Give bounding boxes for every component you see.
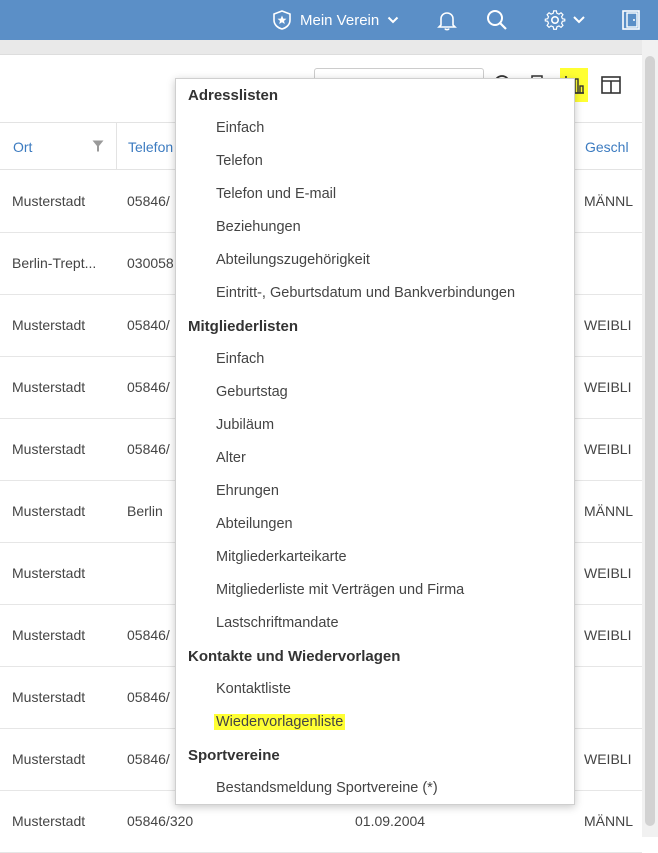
cell-ort: Musterstadt — [12, 751, 86, 767]
menu-item[interactable]: Beziehungen — [216, 219, 301, 235]
cell-geschlecht: WEIBLI — [584, 441, 632, 457]
shield-star-icon — [273, 10, 291, 30]
cell-telefon: 05846/ — [127, 751, 170, 767]
menu-item[interactable]: Jubiläum — [216, 417, 274, 433]
cell-telefon: 030058 — [127, 255, 174, 271]
scrollbar-thumb[interactable] — [645, 56, 655, 826]
columns-icon[interactable] — [600, 72, 622, 96]
chevron-down-icon — [388, 16, 399, 24]
cell-ort: Musterstadt — [12, 441, 86, 457]
column-header-geschlecht[interactable]: Geschl — [585, 139, 629, 155]
cell-geschlecht: MÄNNL — [584, 503, 634, 519]
header-separator — [0, 40, 658, 54]
column-header-ort[interactable]: Ort — [13, 139, 32, 155]
cell-ort: Musterstadt — [12, 379, 86, 395]
menu-item[interactable]: Eintritt-, Geburtsdatum und Bankverbindu… — [216, 285, 515, 301]
column-header-telefon[interactable]: Telefon — [128, 139, 173, 155]
menu-item[interactable]: Kontaktliste — [216, 681, 291, 697]
club-label: Mein Verein — [300, 11, 380, 29]
menu-item[interactable]: Abteilungen — [216, 516, 293, 532]
cell-telefon: 05846/ — [127, 441, 170, 457]
search-icon[interactable] — [486, 9, 508, 31]
cell-telefon: 05840/ — [127, 317, 170, 333]
cell-geschlecht: MÄNNL — [584, 193, 634, 209]
cell-geschlecht: WEIBLI — [584, 751, 632, 767]
menu-item[interactable]: Bestandsmeldung Sportvereine (*) — [216, 780, 438, 796]
menu-item[interactable]: Einfach — [216, 120, 264, 136]
chevron-down-icon[interactable] — [572, 9, 586, 31]
menu-item[interactable]: Geburtstag — [216, 384, 288, 400]
menu-item[interactable]: Mitgliederliste mit Verträgen und Firma — [216, 582, 464, 598]
menu-item[interactable]: Einfach — [216, 351, 264, 367]
menu-item[interactable]: Telefon und E-mail — [216, 186, 336, 202]
cell-telefon: Berlin — [127, 503, 163, 519]
menu-item[interactable]: Ehrungen — [216, 483, 279, 499]
cell-geschlecht: MÄNNL — [584, 813, 634, 829]
top-navigation-bar: Mein Verein — [0, 0, 658, 40]
cell-ort: Musterstadt — [12, 689, 86, 705]
cell-telefon: 05846/ — [127, 627, 170, 643]
filter-icon[interactable] — [92, 140, 104, 152]
gear-icon[interactable] — [544, 9, 566, 31]
column-divider[interactable] — [116, 122, 117, 170]
menu-item[interactable]: Alter — [216, 450, 246, 466]
menu-item[interactable]: Telefon — [216, 153, 263, 169]
menu-group-heading: Kontakte und Wiedervorlagen — [188, 648, 401, 665]
cell-telefon: 05846/320 — [127, 813, 194, 829]
cell-telefon: 05846/ — [127, 689, 170, 705]
cell-ort: Musterstadt — [12, 317, 86, 333]
club-switcher[interactable]: Mein Verein — [272, 9, 399, 31]
exit-door-icon[interactable] — [620, 9, 642, 31]
cell-ort: Musterstadt — [12, 813, 86, 829]
cell-ort: Berlin-Trept... — [12, 255, 97, 271]
reports-dropdown-menu: Adresslisten Einfach Telefon Telefon und E-… — [175, 78, 575, 805]
cell-ort: Musterstadt — [12, 565, 86, 581]
cell-telefon: 05846/ — [127, 193, 170, 209]
menu-group-heading: Mitgliederlisten — [188, 318, 299, 335]
cell-geschlecht: WEIBLI — [584, 565, 632, 581]
menu-item[interactable]: Wiedervorlagenliste — [214, 714, 346, 730]
menu-group-heading: Sportvereine — [188, 747, 280, 764]
cell-datum: 01.09.2004 — [355, 813, 426, 829]
cell-ort: Musterstadt — [12, 503, 86, 519]
bell-icon[interactable] — [436, 9, 458, 31]
cell-ort: Musterstadt — [12, 627, 86, 643]
cell-ort: Musterstadt — [12, 193, 86, 209]
cell-geschlecht: WEIBLI — [584, 317, 632, 333]
cell-telefon: 05846/ — [127, 379, 170, 395]
cell-geschlecht: WEIBLI — [584, 627, 632, 643]
cell-geschlecht: WEIBLI — [584, 379, 632, 395]
menu-item[interactable]: Lastschriftmandate — [216, 615, 339, 631]
menu-group-heading: Adresslisten — [188, 87, 279, 104]
menu-item[interactable]: Abteilungszugehörigkeit — [216, 252, 370, 268]
menu-item[interactable]: Mitgliederkarteikarte — [216, 549, 347, 565]
